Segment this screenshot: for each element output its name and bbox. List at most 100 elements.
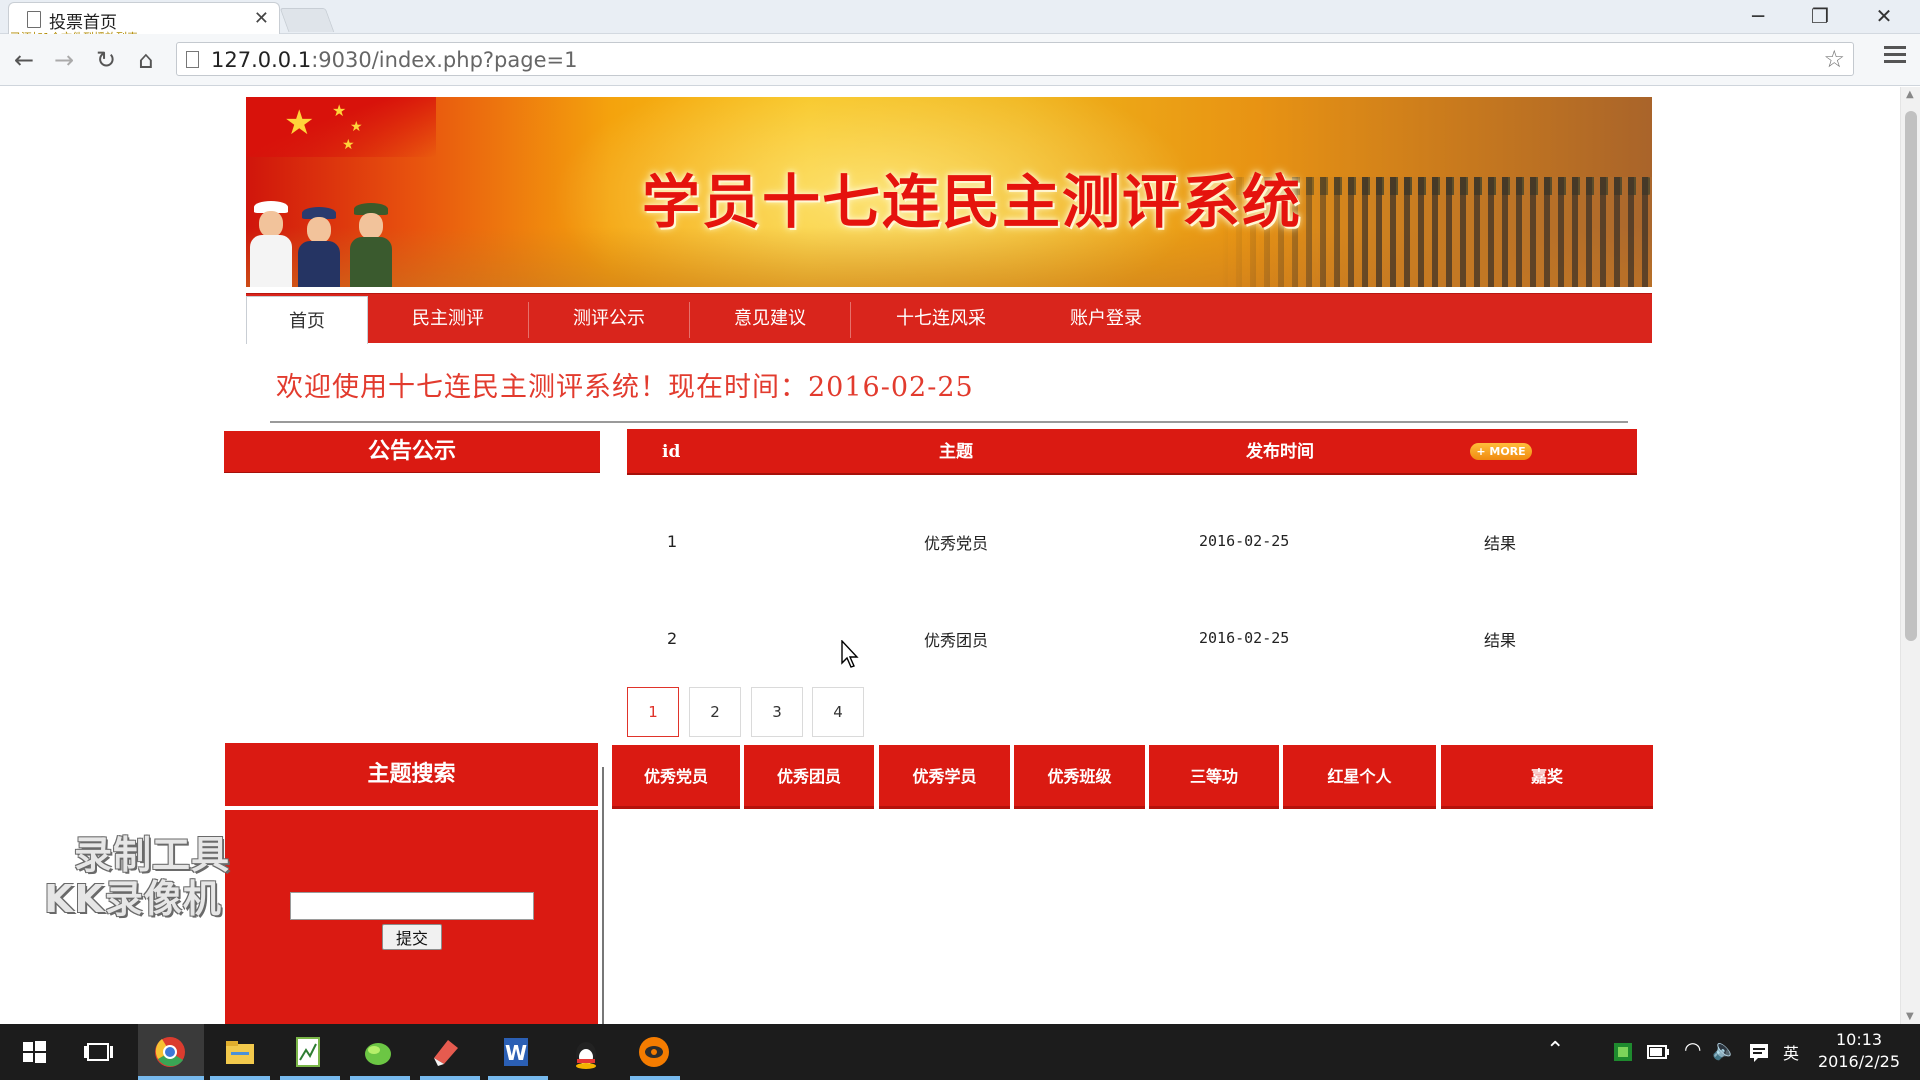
notice-table-header: id 主题 发布时间 + MORE [627, 429, 1637, 475]
clock-date[interactable]: 2016/2/25 [1818, 1052, 1900, 1071]
open-app-indicator [210, 1076, 270, 1080]
windows-start-icon[interactable] [14, 1032, 54, 1072]
reload-icon[interactable]: ↻ [90, 46, 122, 74]
url-host: 127.0.0.1 [211, 48, 312, 72]
welcome-message: 欢迎使用十七连民主测评系统！现在时间：2016-02-25 [276, 372, 974, 403]
battery-icon[interactable] [1646, 1043, 1670, 1061]
watermark-line-1: 录制工具 [74, 833, 231, 877]
wifi-icon[interactable]: ◠ [1684, 1037, 1701, 1061]
bookmark-star-icon[interactable]: ☆ [1823, 45, 1845, 73]
url-text[interactable]: 127.0.0.1:9030/index.php?page=1 [211, 48, 577, 72]
minimize-icon[interactable]: ─ [1738, 4, 1778, 28]
address-bar[interactable]: 127.0.0.1:9030/index.php?page=1 ☆ [176, 42, 1854, 76]
task-view-icon[interactable] [80, 1032, 120, 1072]
green-app-icon[interactable] [358, 1032, 398, 1072]
scroll-down-icon[interactable]: ▼ [1906, 1011, 1914, 1022]
nav-home[interactable]: 首页 [246, 296, 368, 344]
site-nav: 首页 民主测评 测评公示 意见建议 十七连风采 账户登录 [246, 293, 1652, 344]
submit-button[interactable]: 提交 [382, 924, 442, 950]
row-topic[interactable]: 优秀团员 [924, 627, 988, 651]
search-panel: 提交 [225, 810, 598, 1024]
nav-company-style[interactable]: 十七连风采 [851, 294, 1031, 344]
welcome-divider [270, 421, 1628, 423]
search-panel-title: 主题搜索 [225, 743, 598, 806]
banner-title: 学员十七连民主测评系统 [642, 168, 1303, 236]
open-app-indicator [488, 1076, 548, 1080]
category-third-class-merit[interactable]: 三等功 [1149, 745, 1279, 809]
row-result-link[interactable]: 结果 [1484, 530, 1516, 554]
column-publish-time: 发布时间 [1246, 442, 1314, 462]
new-tab-button[interactable] [279, 8, 335, 32]
file-explorer-icon[interactable] [220, 1032, 260, 1072]
page-scrollbar[interactable]: ▲ ▼ [1900, 87, 1920, 1024]
row-id: 1 [667, 532, 678, 551]
url-path: :9030/index.php?page=1 [311, 48, 578, 72]
qq-icon[interactable] [566, 1032, 606, 1072]
svg-text:W: W [505, 1041, 527, 1065]
notepad-icon[interactable] [288, 1032, 328, 1072]
notice-panel-title: 公告公示 [224, 431, 600, 473]
recorder-icon[interactable] [634, 1032, 674, 1072]
row-id: 2 [667, 629, 678, 648]
page-button-2[interactable]: 2 [689, 687, 741, 737]
browser-menu-icon[interactable] [1884, 46, 1906, 67]
browser-toolbar: ← → ↻ ⌂ 127.0.0.1:9030/index.php?page=1 … [0, 34, 1920, 86]
watermark-line-2: KK录像机 [44, 877, 222, 921]
page-viewport: ★ ★ ★ ★ 学员十七连民主测评系统 首页 民主测评 测评公示 意见建议 十七… [0, 87, 1900, 1024]
open-app-indicator [420, 1076, 480, 1080]
home-icon[interactable]: ⌂ [130, 46, 162, 74]
category-student[interactable]: 优秀学员 [879, 745, 1010, 809]
nav-suggestions[interactable]: 意见建议 [690, 294, 850, 344]
site-banner: ★ ★ ★ ★ 学员十七连民主测评系统 [246, 97, 1652, 287]
soldier-figure [250, 201, 292, 287]
category-commendation[interactable]: 嘉奖 [1441, 745, 1653, 809]
soldier-figure [298, 207, 340, 287]
column-id: id [662, 442, 681, 462]
close-window-icon[interactable]: ✕ [1864, 4, 1904, 28]
open-app-indicator [630, 1076, 680, 1080]
browser-tab-strip: 投票首页 ✕ 已添加1个文件到播放列表 ─ ❐ ✕ [0, 0, 1920, 44]
notification-icon[interactable] [1748, 1041, 1770, 1063]
star-icon: ★ [350, 119, 363, 135]
column-topic: 主题 [939, 442, 973, 462]
back-icon[interactable]: ← [8, 46, 40, 74]
clock-time[interactable]: 10:13 [1836, 1030, 1882, 1049]
page-button-1[interactable]: 1 [627, 687, 679, 737]
search-input[interactable] [290, 892, 534, 920]
scroll-thumb[interactable] [1905, 111, 1917, 641]
category-class[interactable]: 优秀班级 [1014, 745, 1145, 809]
ime-indicator[interactable]: 英 [1783, 1040, 1799, 1064]
active-app-indicator [138, 1076, 204, 1080]
windows-taskbar: W ⌃ ◠ 🔈 英 10:13 2016/2/25 [0, 1024, 1920, 1080]
word-icon[interactable]: W [496, 1032, 536, 1072]
forward-icon[interactable]: → [48, 46, 80, 74]
star-icon: ★ [284, 103, 315, 143]
more-link[interactable]: + MORE [1470, 443, 1532, 460]
page-info-icon[interactable] [186, 51, 199, 68]
chrome-icon[interactable] [150, 1032, 190, 1072]
category-party-member[interactable]: 优秀党员 [612, 745, 740, 809]
eraser-app-icon[interactable] [426, 1032, 466, 1072]
scroll-up-icon[interactable]: ▲ [1906, 89, 1914, 100]
row-time: 2016-02-25 [1199, 532, 1290, 550]
category-league-member[interactable]: 优秀团员 [744, 745, 874, 809]
nav-publicity[interactable]: 测评公示 [529, 294, 689, 344]
page-button-4[interactable]: 4 [812, 687, 864, 737]
tray-expand-icon[interactable]: ⌃ [1546, 1038, 1564, 1063]
tab-close-icon[interactable]: ✕ [254, 8, 269, 29]
restore-icon[interactable]: ❐ [1800, 4, 1840, 28]
open-app-indicator [350, 1076, 410, 1080]
tray-green-app-icon[interactable] [1612, 1041, 1634, 1063]
star-icon: ★ [332, 101, 347, 120]
recorder-watermark: 录制工具 KK录像机 [44, 833, 230, 921]
page-button-3[interactable]: 3 [751, 687, 803, 737]
volume-icon[interactable]: 🔈 [1712, 1037, 1737, 1061]
category-red-star[interactable]: 红星个人 [1283, 745, 1436, 809]
nav-login[interactable]: 账户登录 [1031, 294, 1181, 344]
row-topic[interactable]: 优秀党员 [924, 530, 988, 554]
page-icon [27, 11, 41, 28]
row-time: 2016-02-25 [1199, 629, 1290, 647]
soldier-figure [350, 203, 392, 287]
nav-evaluation[interactable]: 民主测评 [368, 294, 528, 344]
row-result-link[interactable]: 结果 [1484, 627, 1516, 651]
